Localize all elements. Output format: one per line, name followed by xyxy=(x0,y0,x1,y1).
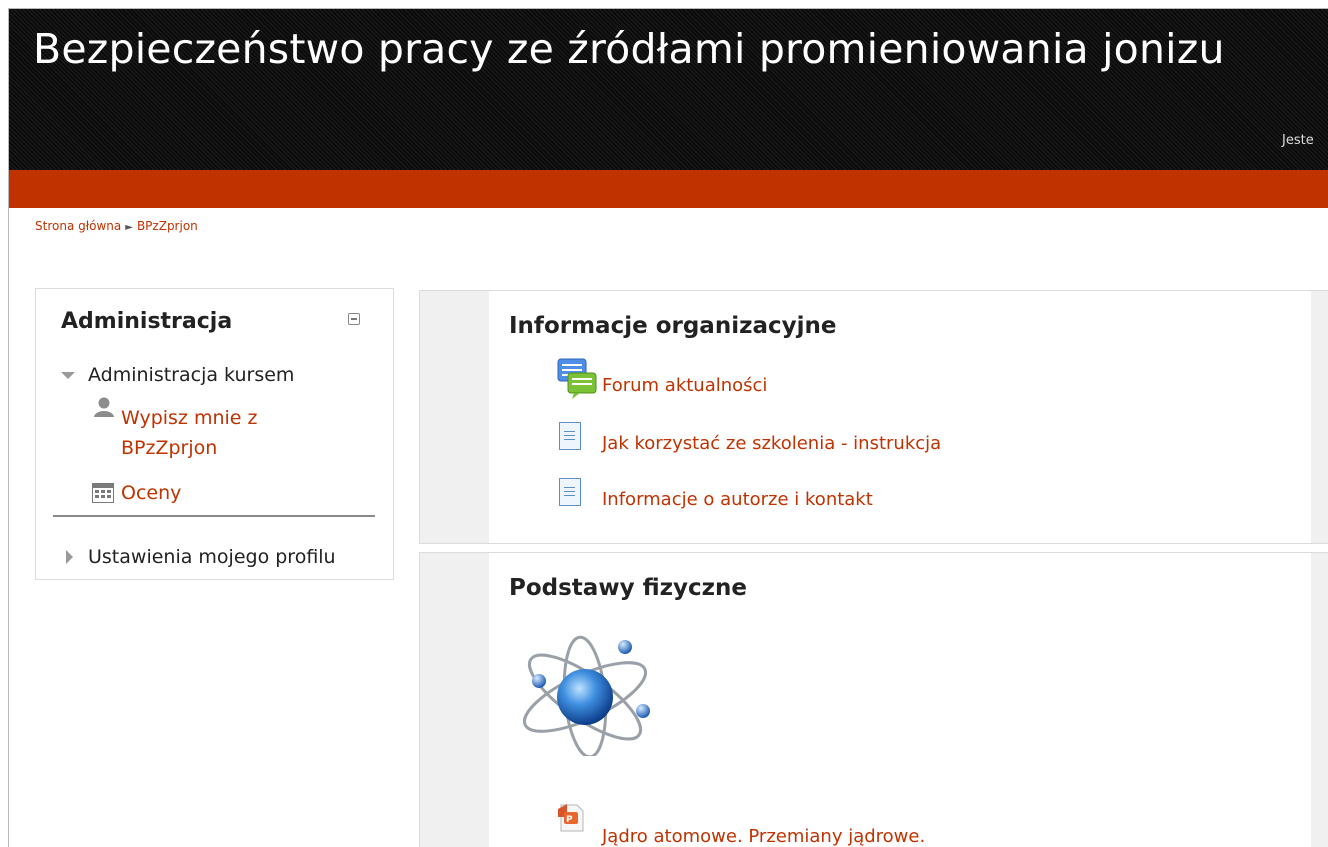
section-right-margin xyxy=(1311,291,1328,543)
forum-icon xyxy=(557,358,597,399)
breadcrumb-separator-icon: ► xyxy=(125,222,133,233)
breadcrumb-home-link[interactable]: Strona główna xyxy=(35,219,121,233)
page-header: Bezpieczeństwo pracy ze źródłami promien… xyxy=(9,9,1328,170)
atom-icon xyxy=(522,635,650,756)
powerpoint-icon: P xyxy=(558,804,584,832)
course-section-organizational: Informacje organizacyjne Forum aktualnoś… xyxy=(419,290,1328,544)
section-content: Informacje organizacyjne Forum aktualnoś… xyxy=(489,291,1311,543)
breadcrumb-course-link[interactable]: BPzZprjon xyxy=(137,219,198,233)
page-icon xyxy=(559,422,581,450)
section-title: Informacje organizacyjne xyxy=(509,313,837,339)
activity-link-instructions[interactable]: Jak korzystać ze szkolenia - instrukcja xyxy=(602,433,941,454)
user-icon xyxy=(94,397,114,417)
unenrol-label-line2: BPzZprjon xyxy=(121,437,218,459)
profile-settings-label: Ustawienia mojego profilu xyxy=(88,546,336,568)
block-divider xyxy=(53,515,375,517)
page-icon xyxy=(559,478,581,506)
course-section-physics: Podstawy fizyczne P Jądro atomowe. Przem… xyxy=(419,552,1328,847)
breadcrumb: Strona główna ► BPzZprjon xyxy=(35,219,198,233)
section-content: Podstawy fizyczne P Jądro atomowe. Przem… xyxy=(489,553,1311,847)
expand-arrow-icon[interactable] xyxy=(61,372,75,379)
collapsed-arrow-icon[interactable] xyxy=(66,550,73,564)
grades-table-icon xyxy=(92,483,114,503)
unenrol-label-line1: Wypisz mnie z xyxy=(121,407,258,429)
site-title: Bezpieczeństwo pracy ze źródłami promien… xyxy=(33,25,1225,73)
login-info[interactable]: Jeste xyxy=(1282,133,1314,148)
section-right-margin xyxy=(1311,553,1328,847)
svg-text:P: P xyxy=(566,815,573,825)
activity-link-forum[interactable]: Forum aktualności xyxy=(602,375,767,396)
administration-block: Administracja Administracja kursem Wypis… xyxy=(35,288,394,580)
activity-link-author-contact[interactable]: Informacje o autorze i kontakt xyxy=(602,489,873,510)
page-frame: Bezpieczeństwo pracy ze źródłami promien… xyxy=(8,8,1328,847)
section-title: Podstawy fizyczne xyxy=(509,575,747,601)
unenrol-link[interactable]: Wypisz mnie z BPzZprjon xyxy=(121,403,257,463)
collapse-block-icon[interactable] xyxy=(348,313,360,325)
navigation-bar xyxy=(9,170,1328,208)
block-title: Administracja xyxy=(61,309,233,334)
grades-link[interactable]: Oceny xyxy=(121,482,181,504)
activity-link-atomic-nucleus[interactable]: Jądro atomowe. Przemiany jądrowe. xyxy=(602,826,925,847)
course-administration-label: Administracja kursem xyxy=(88,364,295,386)
